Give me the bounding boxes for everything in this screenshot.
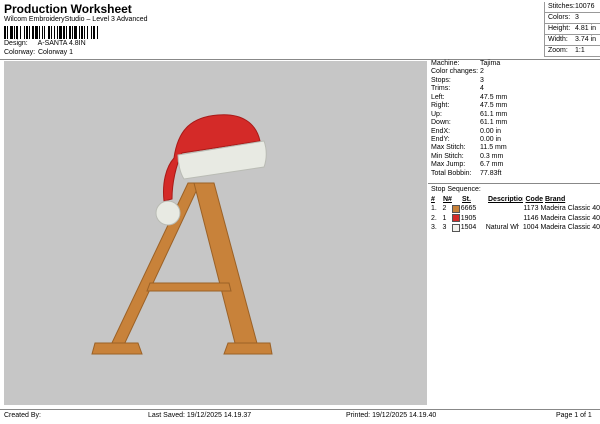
letter-a-crossbar [146,282,232,292]
letter-a-left-serif [91,342,143,355]
letter-a-right-stroke [193,182,259,348]
software-subtitle: Wilcom EmbroideryStudio – Level 3 Advanc… [4,16,148,23]
page-number: Page 1 of 1 [556,412,592,419]
detail-row: Up: 61.1 mm [431,110,508,118]
table-row: 3. 3 1504 Natural White 1004 Madeira Cla… [431,223,600,232]
footer-divider [0,409,600,410]
embroidery-artwork [91,114,273,355]
detail-row: Color changes: 2 [431,68,484,76]
color-swatch [452,204,461,213]
color-swatch [452,223,461,232]
detail-row: Min Stitch: 0.3 mm [431,152,504,160]
detail-row: Max Stitch: 11.5 mm [431,144,507,152]
design-stats-box: Stitches: 10076 Colors: 3 Height: 4.81 in W… [544,2,600,57]
detail-row: Stops: 3 [431,76,484,84]
detail-row: Machine: Tajima [431,60,501,67]
page-title: Production Worksheet [4,2,132,16]
colorway-row: Colorway: Colorway 1 [4,49,73,56]
stat-zoom: Zoom: 1:1 [545,46,600,57]
details-divider [428,183,600,184]
design-value: A-SANTA 4.8IN [37,40,86,47]
letter-a-shape [91,182,273,355]
printed-date: Printed: 19/12/2025 14.19.40 [346,412,437,419]
design-name-row: Design: A-SANTA 4.8IN [4,40,86,47]
colorway-value: Colorway 1 [37,49,73,56]
stat-height: Height: 4.81 in [545,24,600,35]
letter-a-right-serif [223,342,273,355]
detail-row: Trims: 4 [431,85,484,93]
last-saved: Last Saved: 19/12/2025 14.19.37 [148,412,252,419]
letter-a-left-stroke [109,182,201,348]
detail-row: Down: 61.1 mm [431,119,508,127]
stat-colors: Colors: 3 [545,13,600,24]
barcode [4,26,98,39]
stat-width: Width: 3.74 in [545,35,600,46]
table-header: # N# St. Description Code Brand [431,196,566,203]
stop-sequence-table: # N# St. Description Code Brand 1. 2 666… [431,195,600,232]
stop-sequence-title: Stop Sequence: [431,186,481,193]
created-by: Created By: [4,412,41,419]
design-preview [4,61,427,405]
table-row: 1. 2 6665 1173 Madeira Classic 40 [431,204,600,213]
colorway-label: Colorway: [4,49,36,56]
design-label: Design: [4,40,28,47]
detail-row: Left: 47.5 mm [431,93,508,101]
table-row: 2. 1 1905 1146 Madeira Classic 40 [431,214,600,223]
machine-details: Machine: Tajima Color changes: 2 Stops: 3 T… [431,60,600,178]
detail-row: Max Jump: 6.7 mm [431,161,504,169]
detail-row: Right: 47.5 mm [431,102,508,110]
hat-pompom [155,200,181,226]
stat-stitches: Stitches: 10076 [545,2,600,13]
detail-row: EndY: 0.00 in [431,135,502,143]
detail-row: Total Bobbin: 77.83ft [431,169,502,177]
color-swatch [452,214,461,223]
detail-row: EndX: 0.00 in [431,127,502,135]
